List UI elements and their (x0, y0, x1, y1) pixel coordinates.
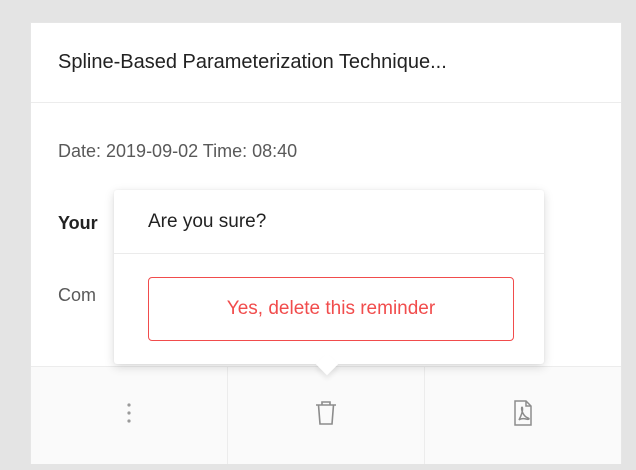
reminder-datetime: Date: 2019-09-02 Time: 08:40 (58, 141, 298, 161)
delete-button[interactable] (227, 367, 424, 464)
card-title: Spline-Based Parameterization Technique.… (58, 51, 447, 73)
more-vertical-icon (126, 402, 132, 429)
confirm-delete-button[interactable]: Yes, delete this reminder (148, 277, 514, 341)
card-actions (31, 366, 621, 464)
card-header: Spline-Based Parameterization Technique.… (31, 23, 621, 103)
more-button[interactable] (31, 367, 227, 464)
delete-popconfirm: Are you sure? Yes, delete this reminder (114, 190, 544, 376)
popconfirm-title: Are you sure? (114, 190, 544, 254)
pdf-file-icon (513, 400, 533, 431)
trash-icon (314, 400, 338, 431)
export-pdf-button[interactable] (424, 367, 621, 464)
popconfirm-body: Yes, delete this reminder (114, 254, 544, 364)
